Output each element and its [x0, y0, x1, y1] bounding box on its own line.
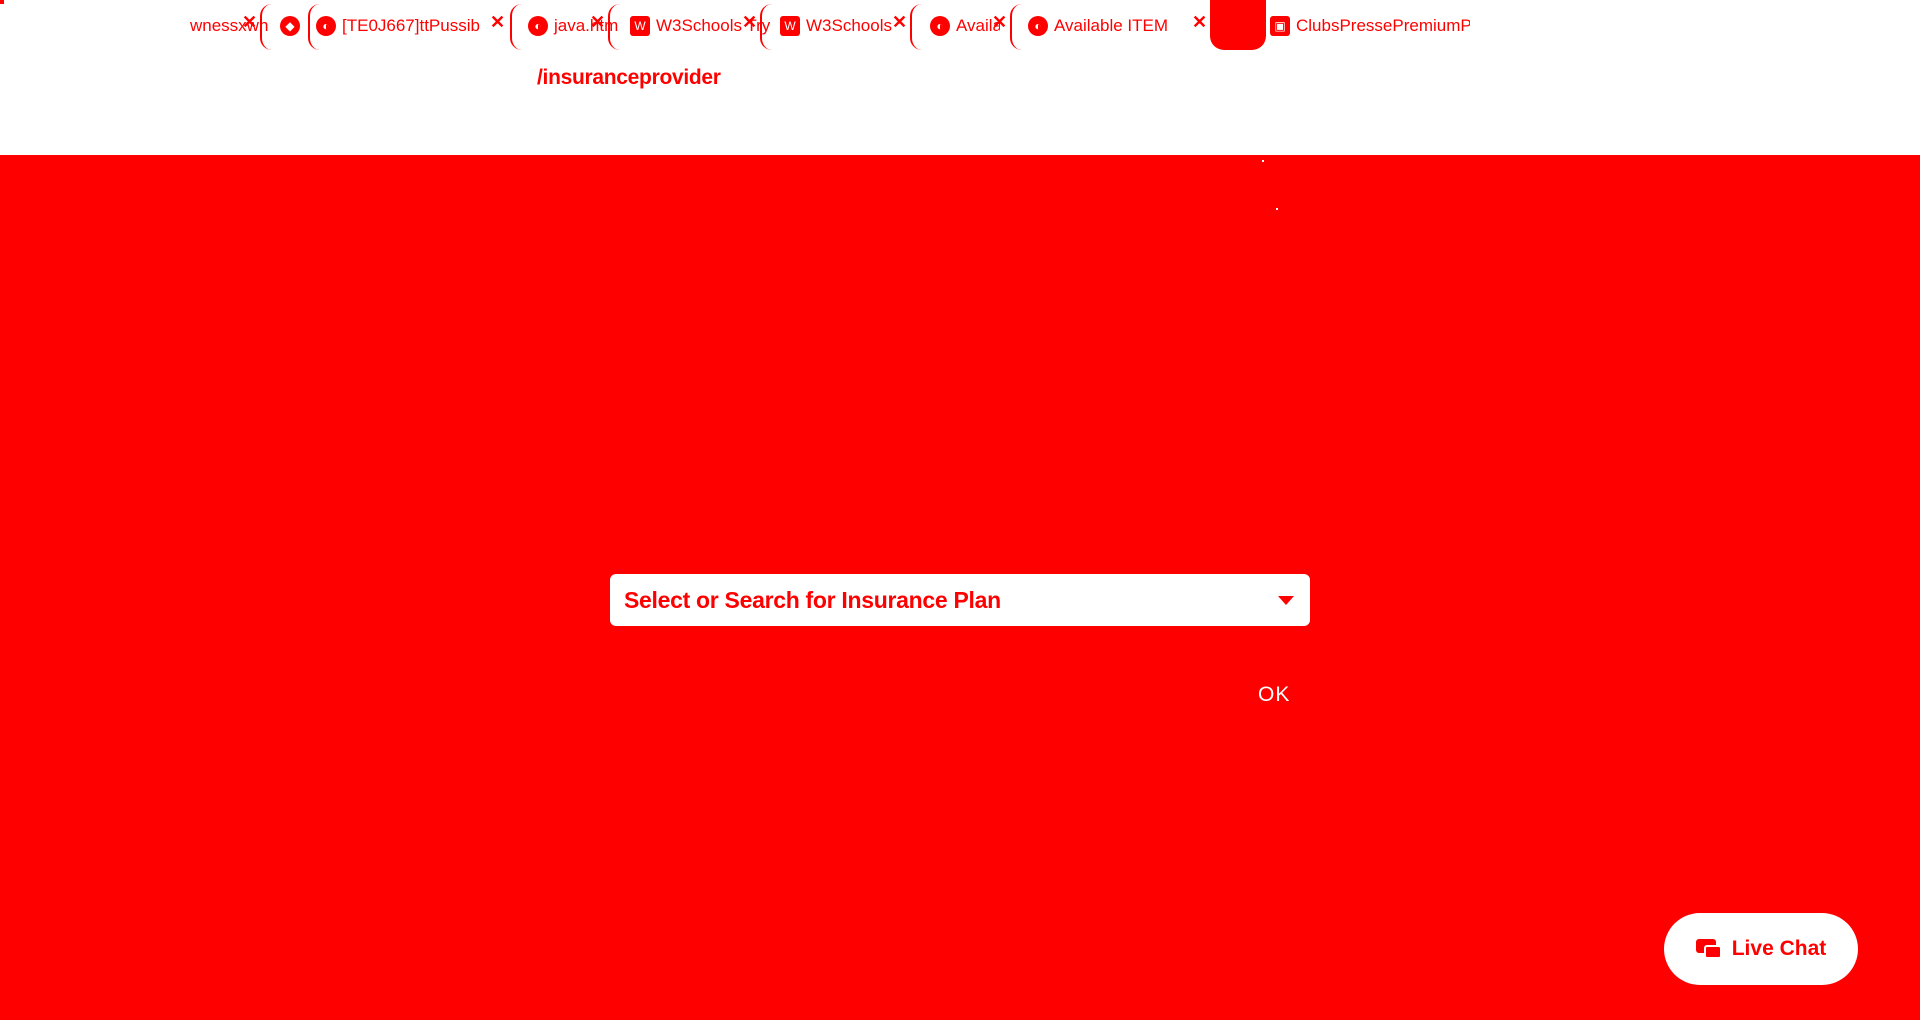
chat-bubbles-icon [1695, 939, 1722, 959]
chevron-down-icon [1278, 595, 1294, 605]
tab-7[interactable]: ◐ AvailableTIME Table [930, 10, 1000, 42]
window-corner-marker [0, 0, 4, 4]
tab-bar: wnessxwh ✕ ◆ ◐ [TE0J667]ttPussib ✕ ◐ jav… [190, 0, 1510, 52]
globe-icon: ◐ [930, 16, 950, 36]
w3schools-icon: W [780, 16, 800, 36]
divider-dot [1276, 208, 1278, 210]
tab-8[interactable]: ◐ Available ITEM Test [1028, 10, 1168, 42]
close-icon[interactable]: ✕ [1192, 12, 1207, 33]
globe-icon: ◐ [1028, 16, 1048, 36]
tab-separator [608, 4, 622, 50]
close-icon[interactable]: ✕ [590, 12, 605, 33]
page-icon: ▣ [1270, 16, 1290, 36]
w3schools-icon: W [630, 16, 650, 36]
tab-2[interactable]: ◆ [280, 10, 310, 42]
tab-label: Available ITEM Test [1054, 16, 1168, 35]
tab-3[interactable]: ◐ [TE0J667]ttPussib [316, 10, 516, 42]
diamond-icon: ◆ [280, 16, 300, 36]
tab-label: [TE0J667]ttPussib [342, 16, 480, 35]
tab-1[interactable]: wnessxwh [190, 10, 270, 42]
live-chat-button[interactable]: Live Chat [1664, 913, 1858, 985]
tab-separator [510, 4, 524, 50]
close-icon[interactable]: ✕ [892, 12, 907, 33]
tab-separator [1010, 4, 1024, 50]
tab-label: W3Schools TryIt Editor [806, 16, 900, 35]
live-chat-label: Live Chat [1731, 937, 1827, 960]
insurance-plan-select[interactable]: Select or Search for Insurance Plan [610, 574, 1310, 626]
tab-6[interactable]: W W3Schools TryIt Editor [780, 10, 900, 42]
insurance-plan-placeholder: Select or Search for Insurance Plan [624, 586, 1001, 613]
globe-icon: ◐ [528, 16, 548, 36]
url-path[interactable]: /insuranceprovider [537, 66, 721, 90]
divider-dot [1262, 160, 1264, 162]
tab-separator [760, 4, 774, 50]
globe-icon: ◐ [316, 16, 336, 36]
close-icon[interactable]: ✕ [490, 12, 505, 33]
ok-button[interactable]: OK [1258, 683, 1290, 707]
tab-separator [260, 4, 274, 50]
tab-separator [910, 4, 924, 50]
active-tab-highlight [1210, 0, 1266, 50]
tab-9[interactable]: ▣ ClubsPressePremiumPH [1270, 10, 1470, 42]
close-icon[interactable]: ✕ [242, 12, 257, 33]
close-icon[interactable]: ✕ [992, 12, 1007, 33]
tab-label: ClubsPressePremiumPH [1296, 16, 1470, 35]
close-icon[interactable]: ✕ [742, 12, 757, 33]
